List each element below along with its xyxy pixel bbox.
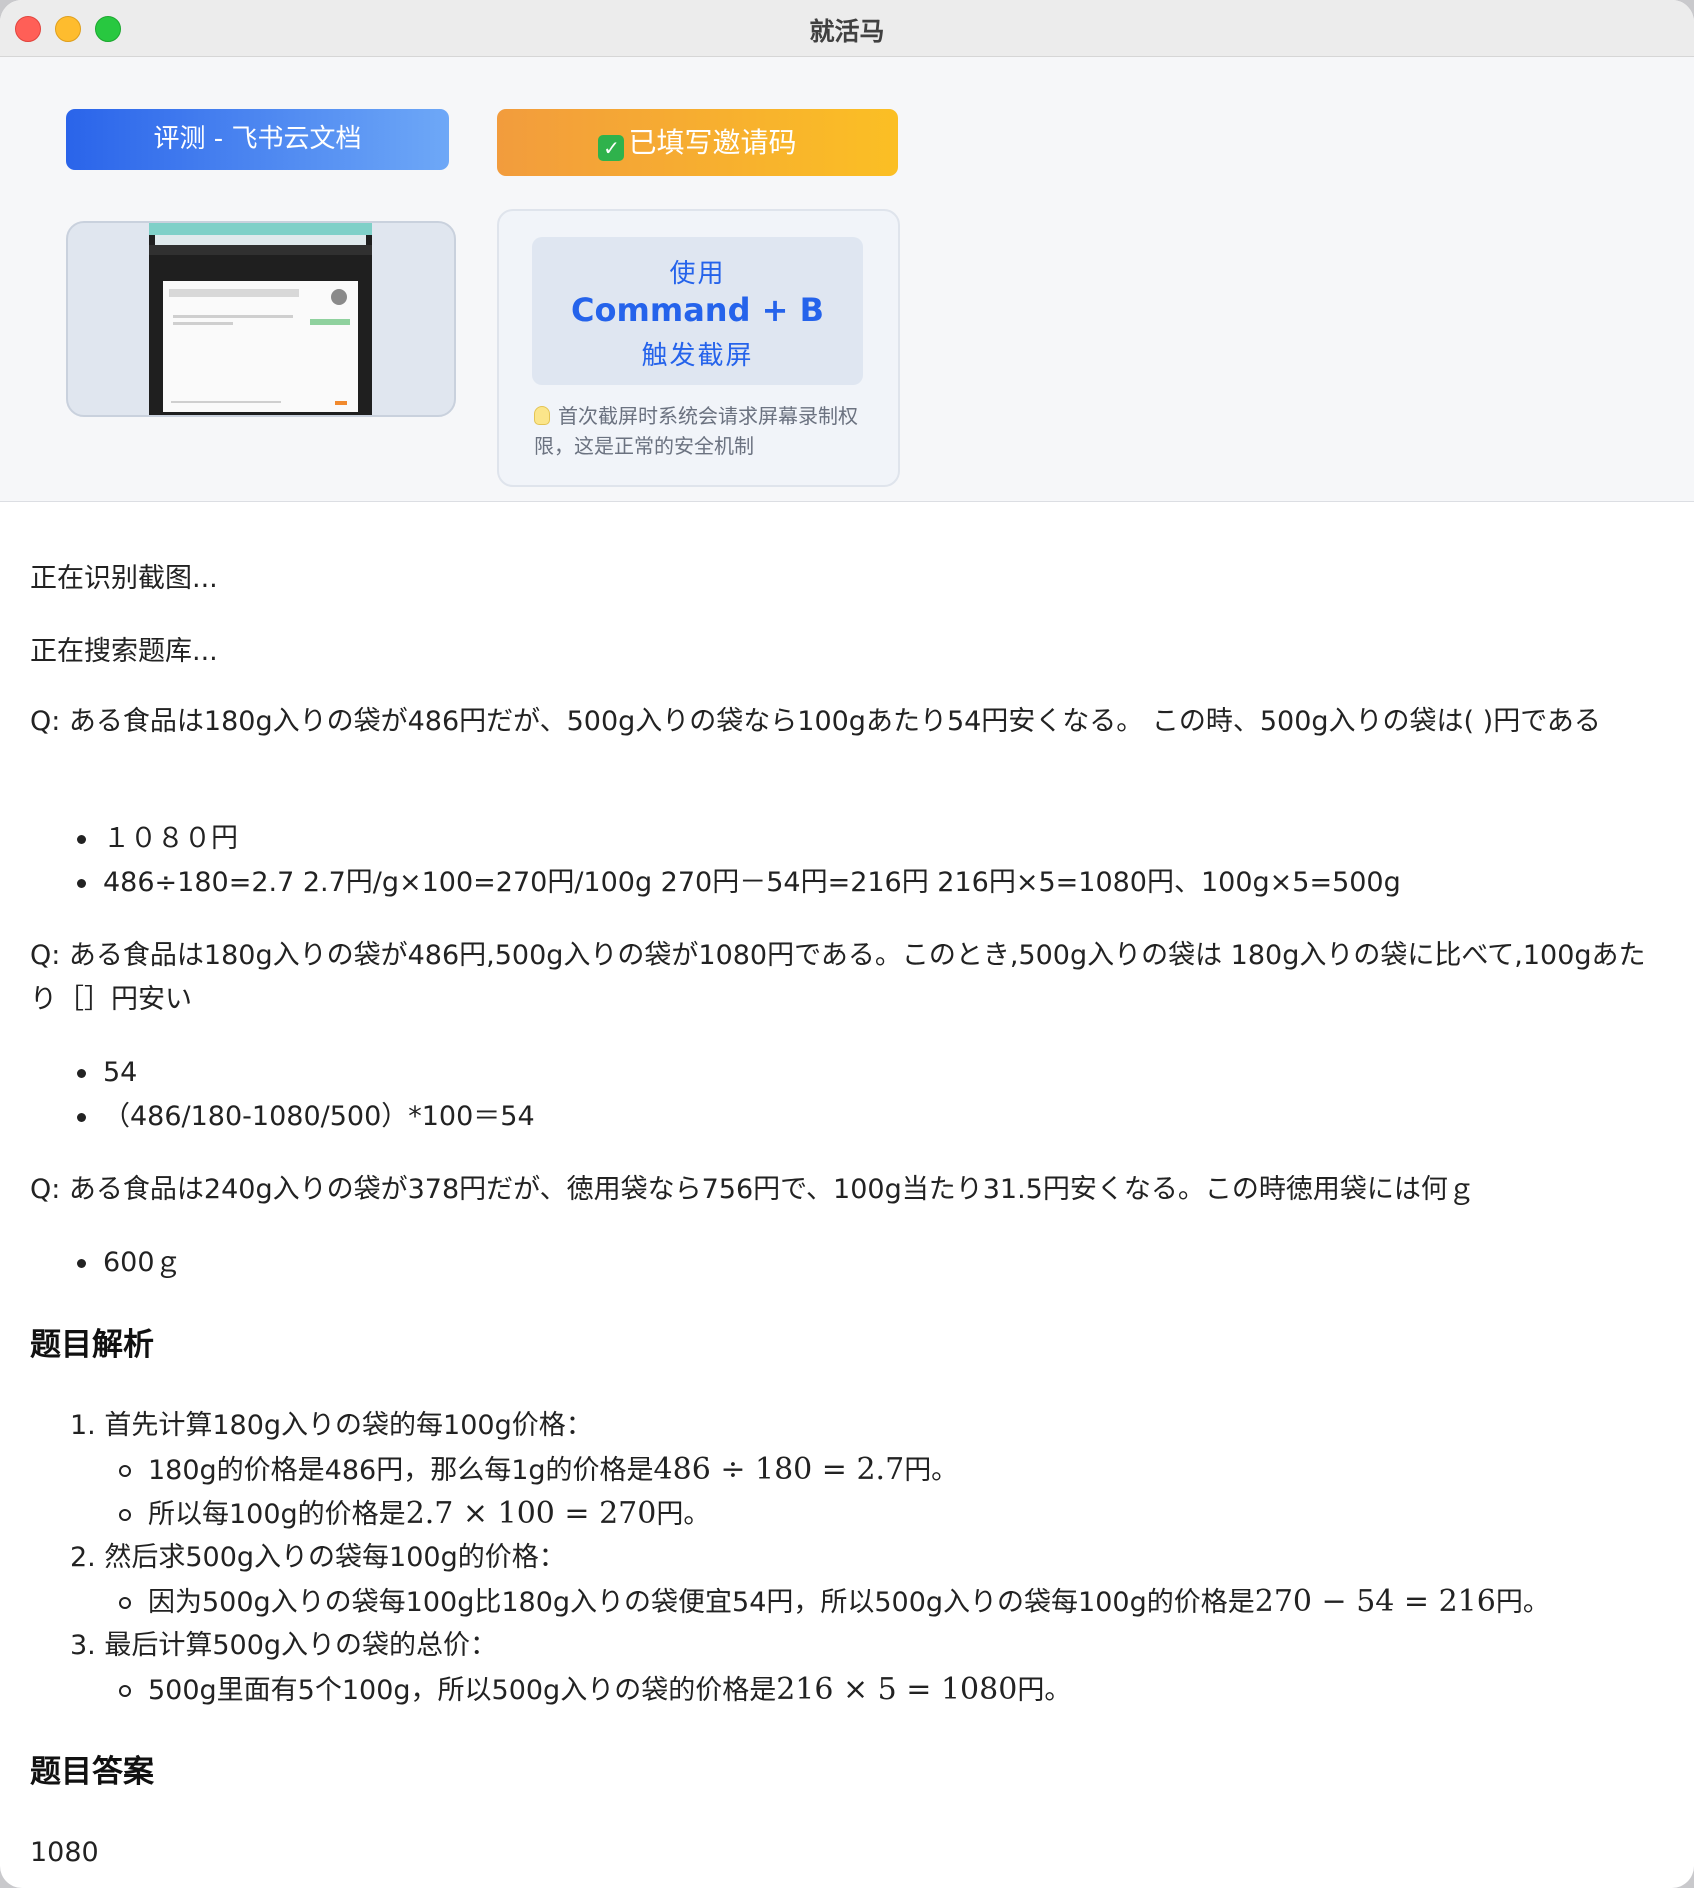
- sub-step-item: 因为500g入りの袋每100g比180g入りの袋便宜54円，所以500g入りの袋…: [119, 1580, 1550, 1625]
- question-text: Q: ある食品は240g入りの袋が378円だが、徳用袋なら756円で、100g当…: [30, 1174, 1475, 1205]
- step-item: 3. 最后计算500g入りの袋的总价：: [70, 1624, 497, 1668]
- step-text: 最后计算500g入りの袋的总价：: [104, 1630, 498, 1661]
- preview-line: [171, 401, 281, 403]
- step-item: 1. 首先计算180g入りの袋的每100g价格：: [70, 1404, 593, 1448]
- permission-tip-text: 首次截屏时系统会请求屏幕录制权限，这是正常的安全机制: [534, 404, 858, 458]
- sub-step-suffix: 円。: [1017, 1675, 1072, 1706]
- sub-step-item: 所以每100g的价格是2.7 × 100 = 270円。: [118, 1492, 711, 1537]
- preview-line: [173, 322, 233, 325]
- preview-page: [163, 281, 358, 412]
- answer-list: １０８０円 486÷180=2.7 2.7円/g×100=270円/100g 2…: [30, 817, 1650, 905]
- math-expression: 2.7 × 100 = 270: [405, 1496, 657, 1531]
- preview-urlbar: [155, 235, 366, 245]
- answer-heading: 题目答案: [30, 1754, 154, 1790]
- step-number: 1.: [70, 1410, 96, 1441]
- list-item: １０８０円: [30, 817, 1650, 861]
- answer-list: 600ｇ: [30, 1241, 1650, 1285]
- list-item: 486÷180=2.7 2.7円/g×100=270円/100g 270円－54…: [30, 861, 1650, 905]
- invite-code-button[interactable]: ✓ 已填写邀请码: [497, 109, 898, 176]
- invite-code-label: 已填写邀请码: [628, 126, 797, 159]
- title-bar: 就活马: [0, 0, 1694, 57]
- shortcut-line-3: 触发截屏: [641, 341, 754, 371]
- control-panel: 评测 - 飞书云文档 ✓ 已填写邀请码 使用 Command + B 触发截屏 …: [0, 57, 1694, 502]
- status-text: 正在搜索题库...: [30, 636, 218, 667]
- list-item: 54: [30, 1051, 1650, 1095]
- review-button[interactable]: 评测 - 飞书云文档: [66, 109, 449, 170]
- step-text: 然后求500g入りの袋每100g的价格：: [104, 1542, 566, 1573]
- preview-line: [169, 289, 299, 297]
- step-item: 2. 然后求500g入りの袋每100g的价格：: [70, 1536, 566, 1580]
- check-icon: ✓: [598, 135, 625, 161]
- sub-step-suffix: 円。: [656, 1499, 711, 1530]
- preview-toolbar: [149, 245, 372, 255]
- sub-step-text: 因为500g入りの袋每100g比180g入りの袋便宜54円，所以500g入りの袋…: [148, 1587, 1255, 1618]
- math-expression: 486 ÷ 180 = 2.7: [653, 1452, 905, 1487]
- shortcut-hint[interactable]: 使用 Command + B 触发截屏: [532, 237, 863, 385]
- app-window: 就活马 评测 - 飞书云文档 ✓ 已填写邀请码 使用 Command + B 触…: [0, 0, 1694, 1888]
- screenshot-preview-image: [149, 223, 372, 415]
- lightbulb-icon: [534, 406, 550, 425]
- sub-step-text: 所以每100g的价格是: [148, 1499, 406, 1530]
- preview-orange-button: [335, 401, 347, 405]
- preview-green-bar: [310, 319, 350, 325]
- sub-step-suffix: 円。: [904, 1455, 959, 1486]
- analysis-heading: 题目解析: [30, 1327, 154, 1363]
- list-item: （486/180-1080/500）*100＝54: [30, 1095, 1650, 1139]
- window-title: 就活马: [809, 17, 885, 46]
- preview-line: [173, 315, 293, 318]
- step-number: 3.: [70, 1630, 96, 1661]
- sub-step-item: 180g的价格是486円，那么每1g的价格是486 ÷ 180 = 2.7円。: [118, 1448, 959, 1493]
- final-answer: 1080: [30, 1837, 99, 1868]
- sub-step-text: 180g的价格是486円，那么每1g的价格是: [148, 1455, 654, 1486]
- sub-step-text: 500g里面有5个100g，所以500g入りの袋的价格是: [148, 1675, 777, 1706]
- sub-step-item: 500g里面有5个100g，所以500g入りの袋的价格是216 × 5 = 10…: [118, 1668, 1072, 1713]
- shortcut-card: 使用 Command + B 触发截屏 首次截屏时系统会请求屏幕录制权限，这是正…: [497, 209, 900, 487]
- status-text: 正在识别截图...: [30, 563, 218, 594]
- step-number: 2.: [70, 1542, 96, 1573]
- answer-list: 54 （486/180-1080/500）*100＝54: [30, 1051, 1650, 1139]
- step-text: 首先计算180g入りの袋的每100g价格：: [104, 1410, 593, 1441]
- question-text: Q: ある食品は180g入りの袋が486円だが、500g入りの袋なら100gあた…: [30, 706, 1601, 737]
- screenshot-thumbnail[interactable]: [66, 221, 456, 417]
- preview-circle: [331, 289, 347, 305]
- sub-step-suffix: 円。: [1495, 1587, 1550, 1618]
- list-item: 600ｇ: [30, 1241, 1650, 1285]
- preview-tabs: [149, 223, 372, 235]
- permission-tip: 首次截屏时系统会请求屏幕录制权限，这是正常的安全机制: [534, 401, 874, 461]
- shortcut-line-1: 使用: [669, 259, 726, 289]
- question-text: Q: ある食品は180g入りの袋が486円,500g入りの袋が1080円である。…: [30, 940, 1646, 1015]
- math-expression: 216 × 5 = 1080: [776, 1672, 1018, 1707]
- math-expression: 270 − 54 = 216: [1254, 1584, 1496, 1619]
- shortcut-keys: Command + B: [571, 291, 824, 329]
